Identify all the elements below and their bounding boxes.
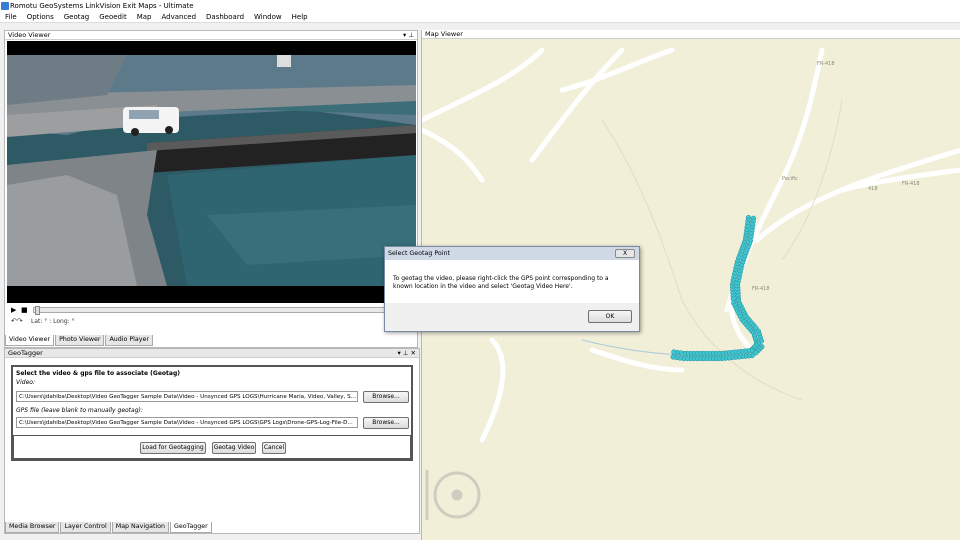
video-controls: ▶ ■ ↶↷ Lat: ° : Long: ° bbox=[7, 303, 416, 327]
browse-gps-button[interactable]: Browse... bbox=[363, 417, 409, 429]
ok-button[interactable]: OK bbox=[588, 310, 632, 323]
dialog-message: To geotag the video, please right-click … bbox=[393, 275, 609, 290]
lat-long-readout: Lat: ° : Long: ° bbox=[31, 318, 75, 325]
gps-label: GPS file (leave blank to manually geotag… bbox=[16, 407, 143, 414]
menu-dashboard[interactable]: Dashboard bbox=[201, 12, 249, 22]
bottom-tabs: Media Browser Layer Control Map Navigati… bbox=[5, 522, 213, 533]
menu-map[interactable]: Map bbox=[132, 12, 157, 22]
map-viewer-header: Map Viewer bbox=[422, 30, 960, 39]
select-geotag-point-dialog: Select Geotag Point X To geotag the vide… bbox=[384, 246, 640, 332]
panel-controls-icon[interactable]: ▾ ⊥ ✕ bbox=[397, 349, 416, 358]
road-label-4: Pacific bbox=[782, 176, 798, 182]
menu-geoedit[interactable]: Geoedit bbox=[94, 12, 131, 22]
map-viewer-title: Map Viewer bbox=[425, 30, 463, 38]
gps-point[interactable] bbox=[671, 349, 677, 355]
tab-media-browser[interactable]: Media Browser bbox=[5, 522, 60, 533]
video-letterbox-bottom bbox=[7, 286, 416, 304]
geotagger-header: GeoTagger ▾ ⊥ ✕ bbox=[5, 349, 419, 358]
window-title: Romotu GeoSystems LinkVision Exit Maps -… bbox=[10, 2, 194, 10]
app-icon bbox=[1, 2, 9, 10]
menu-bar: File Options Geotag Geoedit Map Advanced… bbox=[0, 12, 960, 23]
close-icon[interactable]: X bbox=[615, 249, 635, 258]
geotagger-title: GeoTagger bbox=[8, 349, 43, 357]
menu-help[interactable]: Help bbox=[287, 12, 313, 22]
seek-thumb[interactable] bbox=[35, 306, 40, 315]
dialog-title: Select Geotag Point bbox=[388, 250, 450, 257]
video-letterbox-top bbox=[7, 41, 416, 55]
video-label: Video: bbox=[16, 379, 35, 386]
video-image bbox=[7, 55, 416, 286]
video-viewer-title: Video Viewer bbox=[8, 31, 51, 39]
video-path-field[interactable]: C:\Users\jdahiba\Desktop\Video GeoTagger… bbox=[16, 391, 358, 402]
menu-options[interactable]: Options bbox=[22, 12, 59, 22]
video-frame[interactable] bbox=[7, 55, 416, 286]
stop-icon[interactable]: ■ bbox=[21, 306, 28, 314]
geotag-heading: Select the video & gps file to associate… bbox=[16, 370, 180, 377]
geotag-video-button[interactable]: Geotag Video bbox=[212, 442, 256, 454]
dialog-button-bar: OK bbox=[385, 303, 639, 331]
road-label-5: 418 bbox=[868, 186, 878, 192]
tab-map-navigation[interactable]: Map Navigation bbox=[111, 522, 170, 533]
tab-photo-viewer[interactable]: Photo Viewer bbox=[55, 335, 105, 346]
video-seek-bar[interactable] bbox=[33, 306, 387, 315]
video-viewer-panel: Video Viewer ▾ ⊥ ▶ ■ ↶↷ Lat: °: Long: °… bbox=[4, 30, 418, 348]
gps-path-field[interactable]: C:\Users\jdahiba\Desktop\Video GeoTagger… bbox=[16, 417, 358, 428]
browse-video-button[interactable]: Browse... bbox=[363, 391, 409, 403]
geotag-actions: Load for Geotagging Geotag Video Cancel bbox=[13, 435, 411, 459]
cancel-button[interactable]: Cancel bbox=[262, 442, 286, 454]
window-title-bar: Romotu GeoSystems LinkVision Exit Maps -… bbox=[0, 0, 960, 12]
menu-advanced[interactable]: Advanced bbox=[156, 12, 201, 22]
menu-geotag[interactable]: Geotag bbox=[59, 12, 95, 22]
play-icon[interactable]: ▶ bbox=[11, 306, 16, 314]
gps-point[interactable] bbox=[670, 354, 676, 360]
tab-geotagger[interactable]: GeoTagger bbox=[170, 522, 212, 533]
load-for-geotagging-button[interactable]: Load for Geotagging bbox=[140, 442, 206, 454]
tab-video-viewer[interactable]: Video Viewer bbox=[5, 335, 55, 346]
video-viewer-header: Video Viewer ▾ ⊥ bbox=[5, 31, 417, 40]
road-label-3: FR-418 bbox=[752, 286, 770, 292]
geotagger-panel: GeoTagger ▾ ⊥ ✕ Select the video & gps f… bbox=[4, 348, 420, 534]
menu-window[interactable]: Window bbox=[249, 12, 287, 22]
geotag-form: Select the video & gps file to associate… bbox=[11, 365, 413, 461]
tab-layer-control[interactable]: Layer Control bbox=[60, 522, 111, 533]
menu-file[interactable]: File bbox=[0, 12, 22, 22]
video-viewer-tabs: Video Viewer Photo Viewer Audio Player bbox=[5, 335, 154, 346]
road-label-1: FR-418 bbox=[817, 61, 835, 67]
tab-audio-player[interactable]: Audio Player bbox=[105, 335, 153, 346]
road-label-2: FR-418 bbox=[902, 181, 920, 187]
dialog-title-bar: Select Geotag Point bbox=[385, 247, 639, 260]
pin-icon[interactable]: ▾ ⊥ bbox=[403, 31, 414, 40]
step-back-icon[interactable]: ↶↷ bbox=[11, 317, 23, 325]
